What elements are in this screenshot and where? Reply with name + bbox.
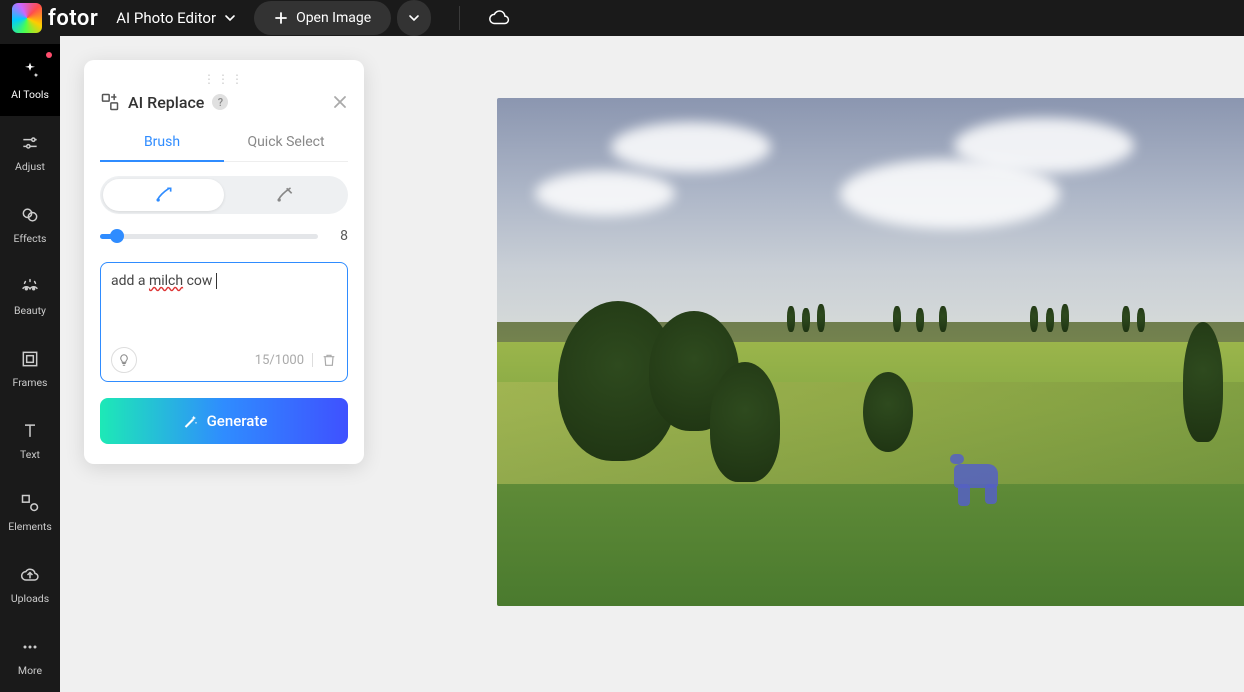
cloud-sync-button[interactable] bbox=[488, 7, 510, 29]
panel-title: AI Replace ? bbox=[128, 93, 324, 112]
char-count: 15/1000 bbox=[255, 353, 304, 368]
prompt-input-box: add a milch cow 15/1000 bbox=[100, 262, 348, 382]
brush-erase-option[interactable] bbox=[224, 179, 345, 211]
plus-icon bbox=[274, 11, 288, 25]
open-image-group: Open Image bbox=[254, 0, 431, 36]
generate-label: Generate bbox=[207, 412, 268, 430]
brush-size-row: 8 bbox=[100, 228, 348, 244]
brush-add-option[interactable] bbox=[103, 179, 224, 211]
sidebar-item-label: Beauty bbox=[14, 304, 46, 317]
tree bbox=[710, 362, 780, 482]
sidebar-item-label: Effects bbox=[14, 232, 47, 245]
sidebar-item-label: AI Tools bbox=[11, 88, 49, 101]
ai-replace-icon bbox=[100, 92, 120, 112]
panel-title-text: AI Replace bbox=[128, 93, 204, 112]
sidebar-item-label: Adjust bbox=[15, 160, 45, 173]
prompt-textarea[interactable]: add a milch cow bbox=[111, 273, 337, 339]
sidebar-item-frames[interactable]: Frames bbox=[0, 332, 60, 404]
prompt-idea-button[interactable] bbox=[111, 347, 137, 373]
divider bbox=[312, 353, 313, 367]
text-icon bbox=[19, 420, 41, 442]
divider bbox=[459, 6, 460, 30]
upload-icon bbox=[19, 564, 41, 586]
sidebar-item-label: Frames bbox=[13, 376, 48, 389]
sparkle-icon bbox=[19, 60, 41, 82]
sidebar-item-label: Uploads bbox=[11, 592, 49, 605]
chevron-down-icon bbox=[408, 12, 420, 24]
generate-button[interactable]: Generate bbox=[100, 398, 348, 444]
tab-brush[interactable]: Brush bbox=[100, 126, 224, 162]
chevron-down-icon bbox=[224, 12, 236, 24]
tree bbox=[863, 372, 913, 452]
brush-add-icon bbox=[154, 185, 174, 205]
brush-mode-toggle bbox=[100, 176, 348, 214]
open-image-dropdown[interactable] bbox=[397, 0, 431, 36]
close-icon bbox=[332, 94, 348, 110]
notification-dot-icon bbox=[46, 52, 52, 58]
tab-quick-select[interactable]: Quick Select bbox=[224, 126, 348, 161]
cloud-icon bbox=[488, 7, 510, 29]
canvas-area: ⋮⋮⋮ AI Replace ? Brush Quick Select bbox=[60, 36, 1244, 692]
editor-mode-dropdown[interactable]: AI Photo Editor bbox=[116, 9, 236, 27]
frame-icon bbox=[19, 348, 41, 370]
shapes-icon bbox=[19, 492, 41, 514]
logo-text: fotor bbox=[48, 6, 98, 31]
brush-erase-icon bbox=[275, 185, 295, 205]
effects-icon bbox=[19, 204, 41, 226]
logo-icon bbox=[12, 3, 42, 33]
sidebar-item-label: More bbox=[18, 664, 42, 677]
logo[interactable]: fotor bbox=[12, 3, 98, 33]
sidebar-item-adjust[interactable]: Adjust bbox=[0, 116, 60, 188]
sidebar: AI Tools Adjust Effects Beauty Frames Te… bbox=[0, 36, 60, 692]
beauty-icon bbox=[19, 276, 41, 298]
sliders-icon bbox=[19, 132, 41, 154]
sidebar-item-more[interactable]: More bbox=[0, 620, 60, 692]
sidebar-item-uploads[interactable]: Uploads bbox=[0, 548, 60, 620]
editor-mode-label: AI Photo Editor bbox=[116, 9, 216, 27]
close-button[interactable] bbox=[332, 94, 348, 110]
panel-header: AI Replace ? bbox=[100, 92, 348, 112]
prompt-footer: 15/1000 bbox=[111, 347, 337, 373]
ai-replace-panel: ⋮⋮⋮ AI Replace ? Brush Quick Select bbox=[84, 60, 364, 464]
drag-handle-icon[interactable]: ⋮⋮⋮ bbox=[100, 72, 348, 86]
top-bar: fotor AI Photo Editor Open Image bbox=[0, 0, 1244, 36]
brush-size-slider[interactable] bbox=[100, 234, 318, 239]
main-area: AI Tools Adjust Effects Beauty Frames Te… bbox=[0, 36, 1244, 692]
more-icon bbox=[19, 636, 41, 658]
sidebar-item-beauty[interactable]: Beauty bbox=[0, 260, 60, 332]
clear-prompt-button[interactable] bbox=[321, 352, 337, 368]
canvas-image[interactable] bbox=[497, 98, 1244, 606]
help-icon[interactable]: ? bbox=[212, 94, 228, 110]
sidebar-item-text[interactable]: Text bbox=[0, 404, 60, 476]
brush-size-value: 8 bbox=[330, 228, 348, 244]
open-image-label: Open Image bbox=[296, 10, 371, 26]
tree bbox=[1183, 322, 1223, 442]
lightbulb-icon bbox=[117, 353, 131, 367]
sidebar-item-label: Text bbox=[20, 448, 40, 461]
magic-wand-icon bbox=[181, 412, 199, 430]
sidebar-item-effects[interactable]: Effects bbox=[0, 188, 60, 260]
sidebar-item-elements[interactable]: Elements bbox=[0, 476, 60, 548]
trash-icon bbox=[321, 352, 337, 368]
sidebar-item-ai-tools[interactable]: AI Tools bbox=[0, 44, 60, 116]
sidebar-item-label: Elements bbox=[8, 520, 52, 533]
open-image-button[interactable]: Open Image bbox=[254, 1, 391, 35]
slider-thumb[interactable] bbox=[110, 229, 124, 243]
panel-tabs: Brush Quick Select bbox=[100, 126, 348, 162]
